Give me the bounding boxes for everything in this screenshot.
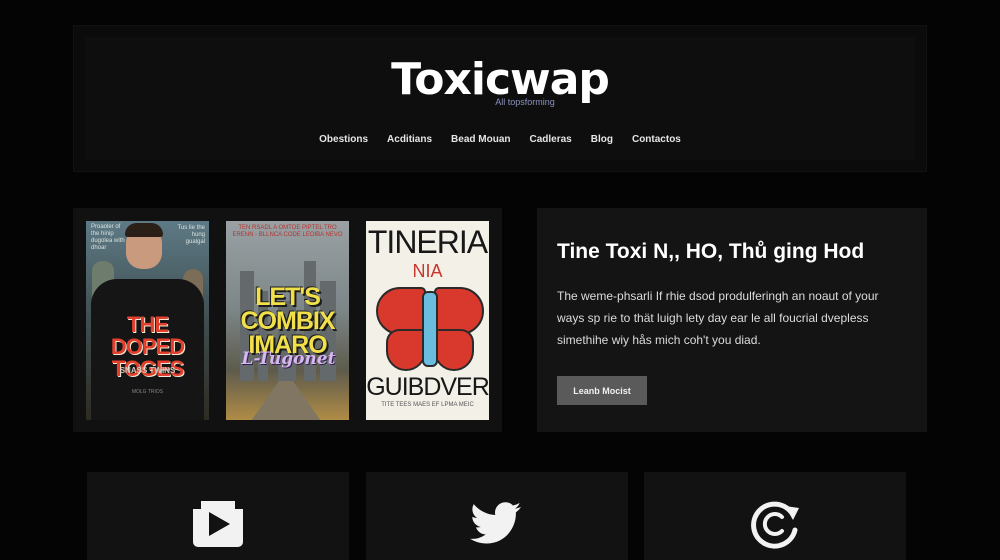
main-nav: Obestions Acditians Bead Mouan Cadleras … (73, 134, 927, 145)
poster-title: LET'S COMBIX IMARO (240, 283, 336, 359)
poster-road (251, 381, 321, 420)
nav-item-acditians[interactable]: Acditians (387, 134, 432, 145)
poster-fine-print: MOLG TRIOS (131, 389, 164, 395)
feature-description: The weme-phsarli If rhie dsod produlferi… (557, 285, 917, 351)
refresh-c-icon (751, 501, 799, 549)
feature-line: ways sp rie to thät luigh lety day ear l… (557, 311, 869, 325)
site-header: Toxicwap All topsforming Obestions Acdit… (73, 25, 927, 172)
poster-blurb-left: Proaoler of the hinip dugolea with dhoar (91, 224, 125, 251)
feature-title: Tine Toxi N,, HO, Thů ging Hod (557, 240, 865, 263)
butterfly-wing (434, 287, 484, 335)
poster-subtitle: SNASS TWINS (119, 366, 176, 375)
poster-title-bottom: GUIBDVER (366, 373, 489, 401)
butterfly-body (422, 291, 438, 367)
nav-item-cadleras[interactable]: Cadleras (530, 134, 572, 145)
feature-card: Tine Toxi N,, HO, Thů ging Hod The weme-… (537, 208, 927, 432)
video-play-icon (193, 501, 243, 547)
poster-script-title: L-Tugonet (241, 349, 336, 369)
nav-item-obestions[interactable]: Obestions (319, 134, 368, 145)
poster-title-top: TINERIA (367, 224, 488, 260)
butterfly-wing (434, 329, 474, 371)
learn-more-button[interactable]: Leanb Mocist (557, 376, 647, 405)
poster-title-mid: NIA (412, 261, 443, 281)
social-tile-video[interactable] (87, 472, 349, 560)
butterfly-wing (376, 287, 426, 335)
nav-item-blog[interactable]: Blog (591, 134, 613, 145)
nav-item-bead-mouan[interactable]: Bead Mouan (451, 134, 510, 145)
poster-tineria[interactable]: TINERIA NIA GUIBDVER TITE TEES MAES EF L… (366, 221, 489, 420)
feature-line: simethihe wiy hås mich coh't you diad. (557, 333, 761, 347)
social-tile-refresh[interactable] (644, 472, 906, 560)
twitter-bird-icon (470, 502, 521, 544)
poster-fine-print: TITE TEES MAES EF LPMA MEIC (381, 402, 474, 408)
page: Toxicwap All topsforming Obestions Acdit… (0, 0, 1000, 560)
nav-item-contactos[interactable]: Contactos (632, 134, 681, 145)
poster-gallery: Proaoler of the hinip dugolea with dhoar… (73, 208, 502, 432)
social-tile-twitter[interactable] (366, 472, 628, 560)
poster-lets-combix[interactable]: TEN RSADL A OMTOE PIPTEL TRO ERENN - BLL… (226, 221, 349, 420)
feature-line: The weme-phsarli If rhie dsod produlferi… (557, 289, 879, 303)
site-tagline: All topsforming (495, 97, 555, 107)
poster-doped-toges[interactable]: Proaoler of the hinip dugolea with dhoar… (86, 221, 209, 420)
poster-figure-hair (125, 223, 163, 237)
poster-blurb-right: Tus lie the hung gualgal (177, 225, 205, 245)
poster-blurb: TEN RSADL A OMTOE PIPTEL TRO ERENN - BLL… (232, 225, 343, 238)
butterfly-wing (386, 329, 426, 371)
